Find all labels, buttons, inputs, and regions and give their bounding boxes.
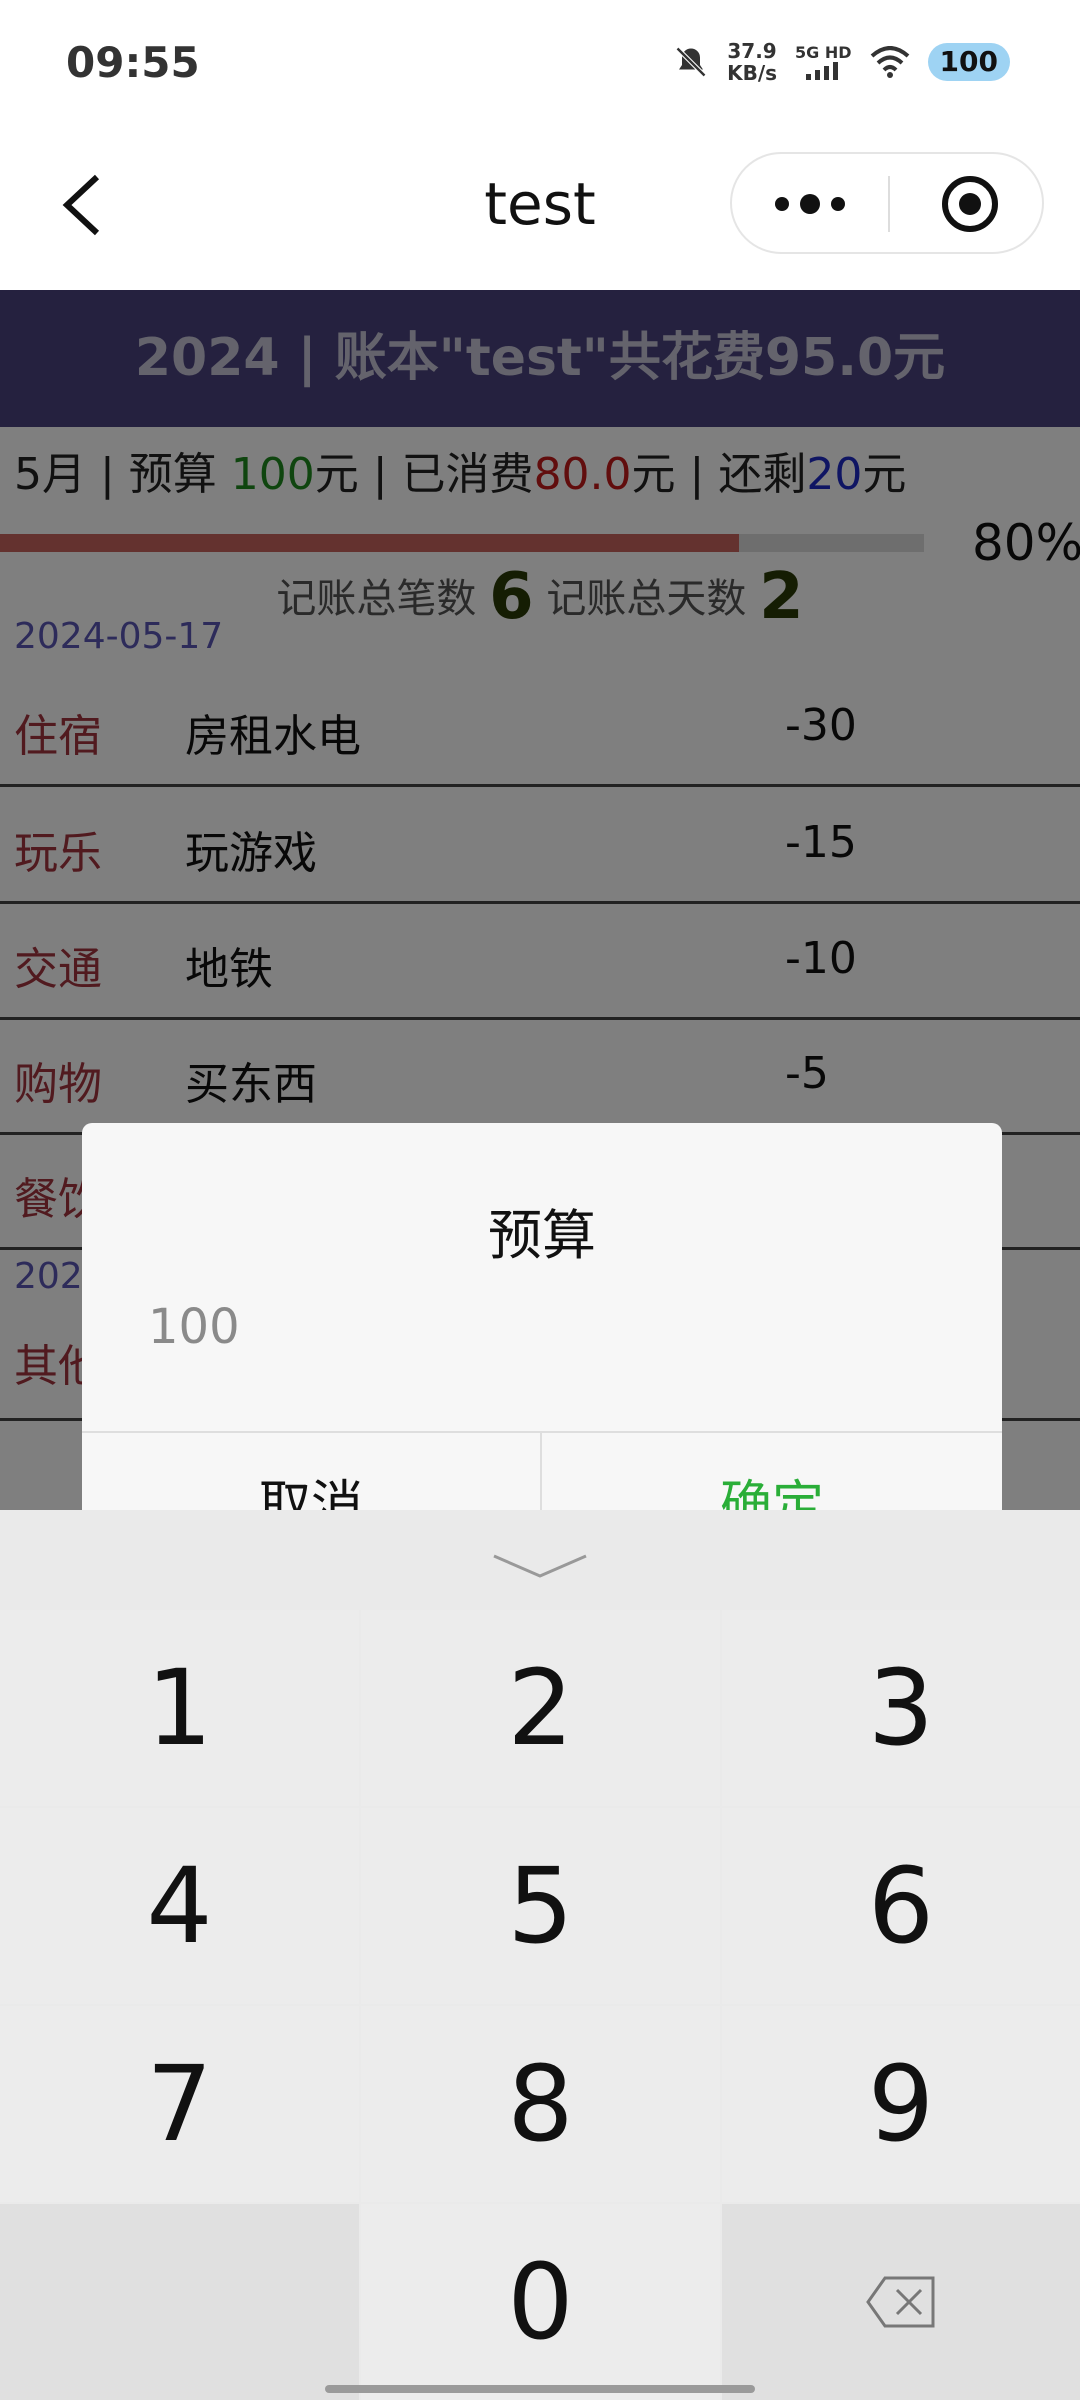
key-2[interactable]: 2 (361, 1610, 720, 1806)
key-7[interactable]: 7 (0, 2006, 359, 2202)
key-0[interactable]: 0 (361, 2204, 720, 2400)
key-9[interactable]: 9 (722, 2006, 1080, 2202)
mini-program-capsule (730, 152, 1044, 254)
cellular-signal: 5G HD (795, 44, 852, 80)
status-time: 09:55 (66, 38, 200, 87)
key-3[interactable]: 3 (722, 1610, 1080, 1806)
delete-key[interactable] (722, 2204, 1080, 2400)
network-speed-unit: KB/s (727, 61, 778, 85)
chevron-down-icon[interactable] (480, 1540, 600, 1590)
back-arrow-icon[interactable] (55, 165, 115, 245)
blank-key (0, 2204, 359, 2400)
numeric-keyboard: 1 2 3 4 5 6 7 8 9 0 (0, 1510, 1080, 2400)
dialog-divider (82, 1431, 1002, 1433)
wifi-icon (870, 46, 909, 78)
network-type: 5G HD (795, 43, 852, 62)
battery-indicator: 100 (927, 43, 1010, 81)
backspace-icon (866, 2276, 935, 2328)
budget-input[interactable]: 100 (148, 1299, 240, 1355)
cancel-button[interactable]: 取消 (82, 1463, 540, 1510)
mute-bell-icon (675, 46, 707, 78)
key-4[interactable]: 4 (0, 1808, 359, 2004)
budget-dialog: 预算 100 取消 确定 (82, 1123, 1002, 1510)
key-8[interactable]: 8 (361, 2006, 720, 2202)
confirm-button[interactable]: 确定 (542, 1463, 1002, 1510)
key-1[interactable]: 1 (0, 1610, 359, 1806)
home-indicator (325, 2385, 755, 2393)
capsule-divider (888, 176, 890, 232)
key-5[interactable]: 5 (361, 1808, 720, 2004)
signal-bars-icon (806, 62, 839, 80)
network-speed-value: 37.9 (727, 39, 777, 63)
close-program-icon[interactable] (940, 174, 1000, 234)
dialog-title: 预算 (488, 1204, 596, 1267)
network-speed: 37.9 KB/s (727, 40, 777, 84)
key-6[interactable]: 6 (722, 1808, 1080, 2004)
more-options-icon[interactable] (772, 184, 848, 224)
status-icons: 37.9 KB/s 5G HD 100 (673, 40, 1010, 84)
